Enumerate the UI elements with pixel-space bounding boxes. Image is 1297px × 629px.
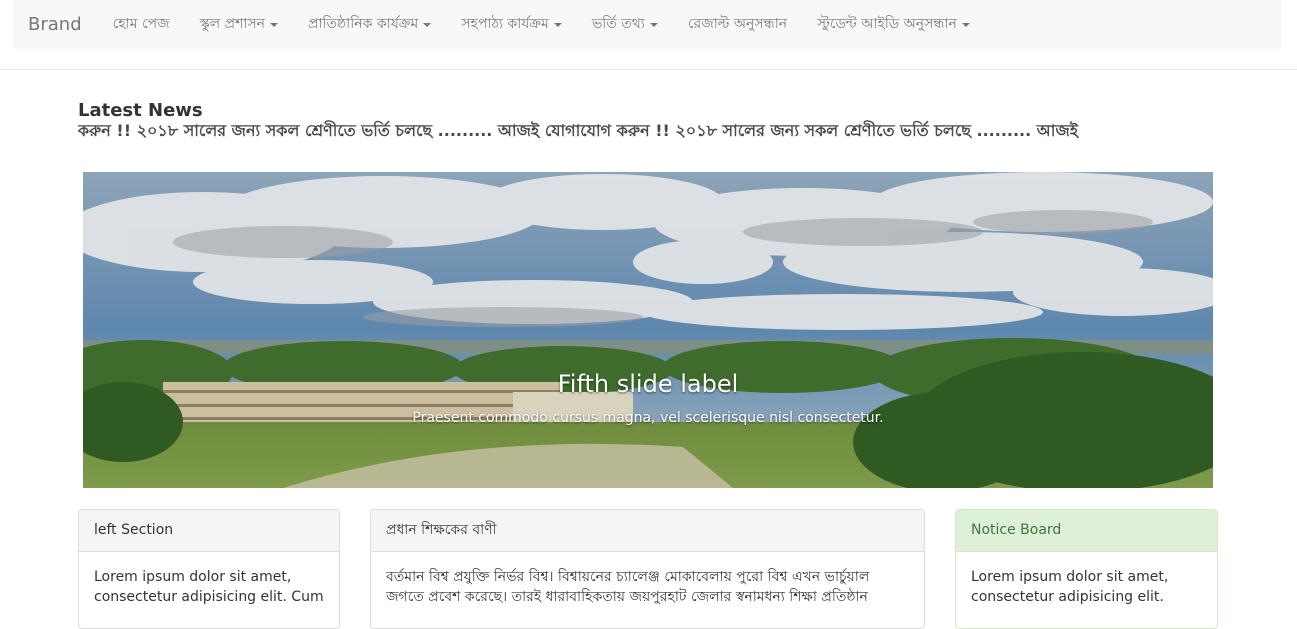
notice-board-panel: Notice Board Lorem ipsum dolor sit amet,… bbox=[955, 509, 1218, 629]
nav-item-school-admin[interactable]: স্কুল প্রশাসন bbox=[185, 0, 293, 49]
nav-item-label: সহপাঠ্য কার্যক্রম bbox=[461, 16, 549, 32]
nav-item-admission-info[interactable]: ভর্তি তথ্য bbox=[577, 0, 673, 49]
carousel-caption-text: Praesent commodo cursus magna, vel scele… bbox=[412, 410, 884, 426]
nav-item-label: স্টুডেন্ট আইডি অনুসন্ধান bbox=[817, 16, 957, 32]
nav-item-co-curricular[interactable]: সহপাঠ্য কার্যক্রম bbox=[446, 0, 577, 49]
nav-item-student-id-search[interactable]: স্টুডেন্ট আইডি অনুসন্ধান bbox=[802, 0, 985, 49]
news-ticker-text: যোগাযোগ করুন !! ২০১৮ সালের জন্য সকল শ্রে… bbox=[78, 121, 1079, 140]
left-section-panel: left Section Lorem ipsum dolor sit amet,… bbox=[78, 509, 340, 629]
navbar: Brand হোম পেজ স্কুল প্রশাসন প্রাতিষ্ঠানি… bbox=[13, 0, 1282, 49]
image-carousel[interactable]: Fifth slide label Praesent commodo cursu… bbox=[83, 172, 1213, 488]
headmaster-message-heading: প্রধান শিক্ষকের বাণী bbox=[371, 510, 924, 552]
caret-down-icon bbox=[553, 22, 562, 27]
nav-item-label: প্রাতিষ্ঠানিক কার্যক্রম bbox=[308, 16, 419, 32]
nav-item-label: রেজাল্ট অনুসন্ধান bbox=[687, 16, 788, 32]
nav-item-label: ভর্তি তথ্য bbox=[591, 16, 645, 32]
navbar-container: Brand হোম পেজ স্কুল প্রশাসন প্রাতিষ্ঠানি… bbox=[0, 0, 1297, 70]
caret-down-icon bbox=[423, 22, 432, 27]
notice-board-body: Lorem ipsum dolor sit amet, consectetur … bbox=[971, 569, 1169, 605]
campus-photo bbox=[83, 172, 1213, 488]
nav-item-institutional-activities[interactable]: প্রাতিষ্ঠানিক কার্যক্রম bbox=[293, 0, 446, 49]
caret-down-icon bbox=[649, 22, 658, 27]
nav-item-label: হোম পেজ bbox=[112, 16, 170, 32]
caret-down-icon bbox=[961, 22, 970, 27]
headmaster-message-panel: প্রধান শিক্ষকের বাণী বর্তমান বিশ্ব প্রযু… bbox=[370, 509, 925, 629]
headmaster-message-body: বর্তমান বিশ্ব প্রযুক্তি নির্ভর বিশ্ব। বি… bbox=[386, 569, 870, 605]
nav-item-home[interactable]: হোম পেজ bbox=[98, 0, 185, 49]
nav-item-label: স্কুল প্রশাসন bbox=[199, 16, 266, 32]
news-ticker: যোগাযোগ করুন !! ২০১৮ সালের জন্য সকল শ্রে… bbox=[78, 119, 1218, 143]
brand-link[interactable]: Brand bbox=[13, 0, 98, 49]
notice-board-heading: Notice Board bbox=[956, 510, 1217, 552]
carousel-caption-title: Fifth slide label bbox=[557, 370, 739, 398]
left-section-heading: left Section bbox=[79, 510, 339, 552]
left-section-body: Lorem ipsum dolor sit amet, consectetur … bbox=[94, 569, 324, 605]
caret-down-icon bbox=[270, 22, 279, 27]
nav-item-result-search[interactable]: রেজাল্ট অনুসন্ধান bbox=[673, 0, 802, 49]
